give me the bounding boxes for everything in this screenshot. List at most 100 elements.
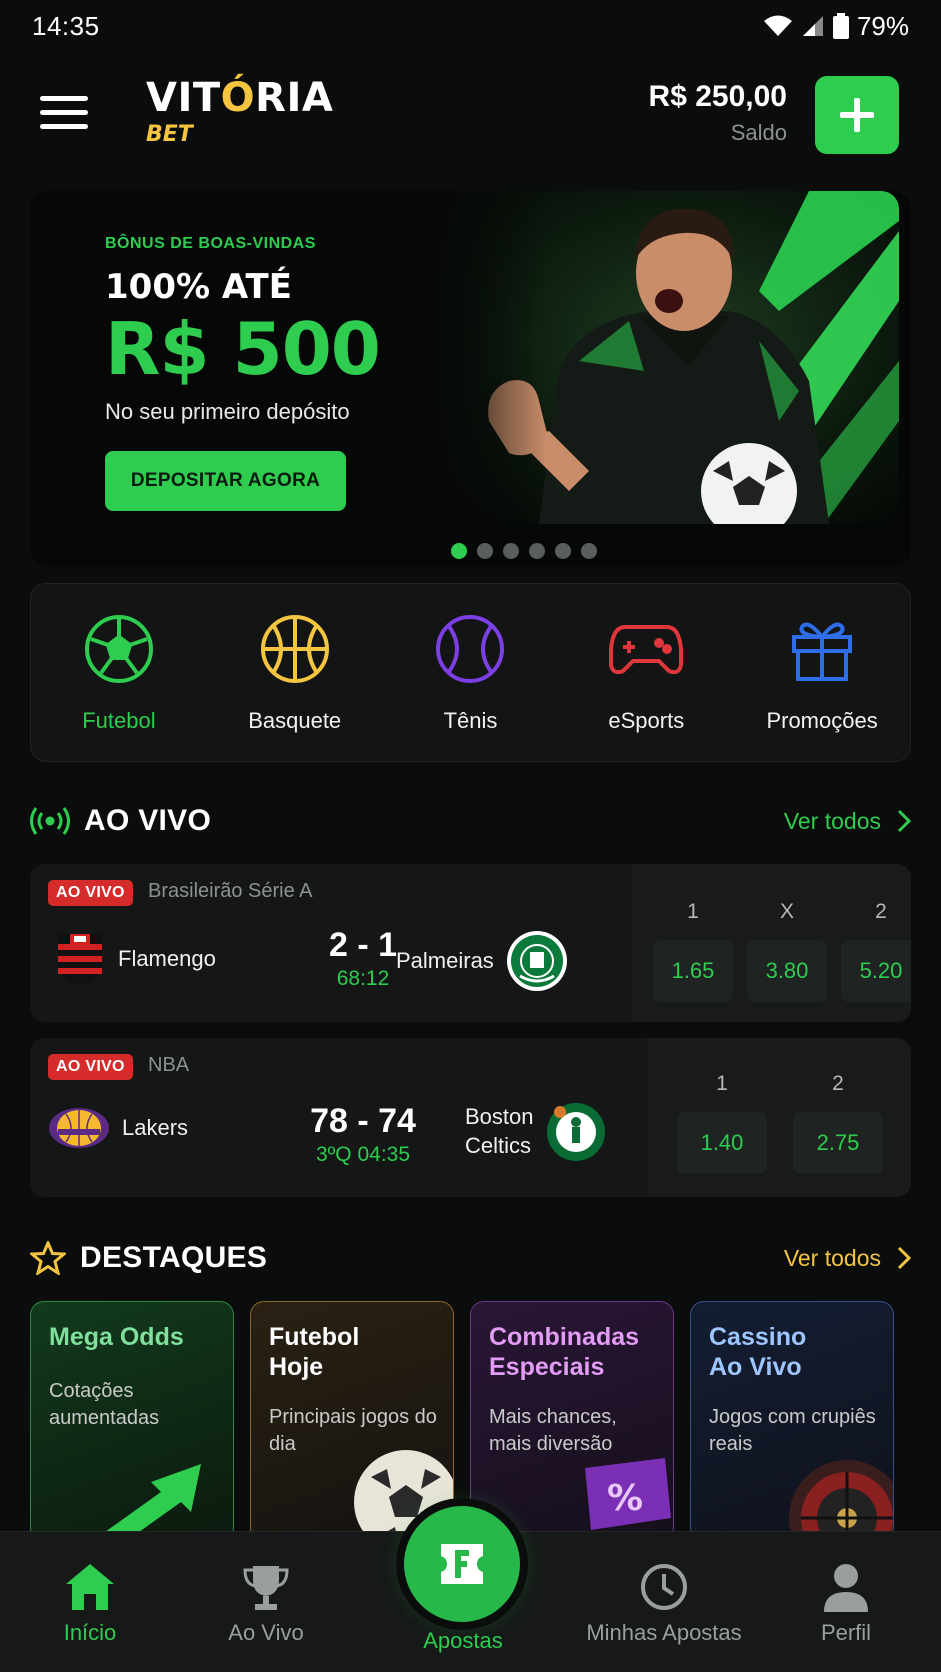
highlight-card-combinadas[interactable]: Combinadas Especiais Mais chances, mais d… bbox=[470, 1301, 674, 1531]
deposit-now-button[interactable]: DEPOSITAR AGORA bbox=[105, 451, 346, 511]
lakers-logo-icon bbox=[49, 1108, 109, 1148]
carousel-dot[interactable] bbox=[450, 543, 467, 559]
gift-icon bbox=[785, 612, 859, 686]
live-signal-icon bbox=[30, 807, 70, 835]
live-match-card[interactable]: AO VIVO Brasileirão Série A Flamengo 2 -… bbox=[30, 864, 911, 1022]
logo-sub: BET bbox=[146, 122, 193, 147]
carousel-dots bbox=[30, 543, 911, 559]
menu-button[interactable] bbox=[40, 96, 88, 136]
live-see-all-link[interactable]: Ver todos bbox=[784, 808, 911, 835]
home-team: Flamengo bbox=[54, 930, 216, 988]
match-clock: 3ºQ 04:35 bbox=[315, 1143, 411, 1166]
away-team: Boston Celtics bbox=[465, 1102, 606, 1162]
menu-icon bbox=[40, 96, 88, 101]
live-section-header: AO VIVO Ver todos bbox=[30, 799, 911, 843]
highlights-carousel: Mega Odds Cotações aumentadas Futebol Hoj… bbox=[30, 1301, 941, 1531]
banner-player-image bbox=[429, 191, 899, 524]
highlight-card-mega-odds[interactable]: Mega Odds Cotações aumentadas bbox=[30, 1301, 234, 1531]
carousel-dot[interactable] bbox=[502, 543, 519, 559]
chevron-right-icon bbox=[897, 1246, 911, 1270]
star-icon bbox=[30, 1241, 66, 1275]
odd-button[interactable]: 1.40 bbox=[677, 1112, 767, 1174]
status-icons: 79% bbox=[763, 11, 909, 42]
sport-item-tenis[interactable]: Tênis bbox=[383, 584, 559, 761]
chevron-right-icon bbox=[897, 809, 911, 833]
nav-item-ao-vivo[interactable]: Ao Vivo bbox=[216, 1562, 316, 1646]
nav-item-inicio[interactable]: Início bbox=[54, 1562, 126, 1646]
celtics-logo-icon bbox=[546, 1103, 605, 1161]
deposit-add-button[interactable] bbox=[815, 76, 899, 154]
balance-label: Saldo bbox=[730, 120, 787, 145]
odd-button[interactable]: 2.75 bbox=[793, 1112, 883, 1174]
live-section-title: AO VIVO bbox=[84, 804, 212, 837]
status-bar: 14:35 79% bbox=[0, 0, 941, 52]
home-team: Lakers bbox=[48, 1106, 188, 1150]
sport-item-basquete[interactable]: Basquete bbox=[207, 584, 383, 761]
top-bar: VITÓRIA BET R$ 250,00 Saldo bbox=[0, 70, 941, 162]
balance[interactable]: R$ 250,00 Saldo bbox=[649, 80, 787, 146]
promo-banner[interactable]: BÔNUS DE BOAS-VINDAS 100% ATÉ R$ 500 No … bbox=[30, 191, 911, 567]
status-time: 14:35 bbox=[32, 10, 100, 41]
live-badge: AO VIVO bbox=[48, 1054, 133, 1080]
roulette-wheel-icon bbox=[789, 1460, 893, 1531]
carousel-dot[interactable] bbox=[528, 543, 545, 559]
odd-option: 1 1.65 bbox=[653, 900, 733, 1002]
trending-up-arrow-icon bbox=[106, 1464, 201, 1531]
nav-item-apostas[interactable]: Apostas bbox=[400, 1628, 526, 1654]
plus-icon bbox=[840, 98, 874, 132]
carousel-dot[interactable] bbox=[554, 543, 571, 559]
sport-item-esports[interactable]: eSports bbox=[558, 584, 734, 761]
banner-description: No seu primeiro depósito bbox=[105, 399, 350, 424]
highlights-section-header: DESTAQUES Ver todos bbox=[30, 1236, 911, 1280]
flamengo-crest-icon bbox=[58, 934, 102, 986]
odd-button[interactable]: 3.80 bbox=[747, 940, 827, 1002]
gamepad-icon bbox=[609, 612, 684, 686]
live-match-card[interactable]: AO VIVO NBA Lakers 78 - 74 3ºQ 04:35 Bos… bbox=[30, 1038, 911, 1197]
odd-button[interactable]: 1.65 bbox=[653, 940, 733, 1002]
basketball-icon bbox=[258, 612, 332, 686]
sport-item-futebol[interactable]: Futebol bbox=[31, 584, 207, 761]
highlights-section-title: DESTAQUES bbox=[80, 1241, 268, 1274]
nav-item-perfil[interactable]: Perfil bbox=[806, 1562, 886, 1646]
home-icon bbox=[66, 1564, 114, 1610]
odd-option: 2 5.20 bbox=[841, 900, 911, 1002]
highlights-see-all-link[interactable]: Ver todos bbox=[784, 1245, 911, 1272]
league-name: NBA bbox=[148, 1054, 190, 1076]
sport-categories: Futebol Basquete Tênis eSports Promoções bbox=[30, 583, 911, 762]
live-badge: AO VIVO bbox=[48, 880, 133, 906]
balance-amount: R$ 250,00 bbox=[648, 80, 787, 113]
battery-percent: 79% bbox=[856, 10, 909, 41]
odd-button[interactable]: 5.20 bbox=[841, 940, 911, 1002]
nav-item-apostas-button[interactable] bbox=[404, 1506, 520, 1622]
odds-panel: 1 1.65 X 3.80 2 5.20 bbox=[631, 864, 911, 1022]
carousel-dot[interactable] bbox=[580, 543, 597, 559]
clock-icon bbox=[641, 1564, 687, 1610]
user-icon bbox=[824, 1564, 868, 1612]
tennis-ball-icon bbox=[433, 612, 507, 686]
sport-item-promocoes[interactable]: Promoções bbox=[734, 584, 910, 761]
highlight-card-futebol-hoje[interactable]: Futebol Hoje Principais jogos do dia bbox=[250, 1301, 454, 1531]
league-name: Brasileirão Série A bbox=[148, 880, 313, 902]
signal-icon bbox=[802, 16, 823, 36]
wifi-icon bbox=[763, 15, 792, 36]
odd-option: 1 1.40 bbox=[677, 1072, 767, 1174]
soccer-ball-icon bbox=[82, 612, 156, 686]
ticket-icon bbox=[441, 1544, 483, 1584]
odd-option: X 3.80 bbox=[747, 900, 827, 1002]
bottom-navigation: Início Ao Vivo Apostas Minhas Apostas Pe… bbox=[0, 1506, 941, 1672]
svg-text:%: % bbox=[607, 1478, 643, 1519]
banner-eyebrow: BÔNUS DE BOAS-VINDAS bbox=[105, 235, 316, 252]
brand-logo[interactable]: VITÓRIA BET bbox=[146, 78, 333, 147]
carousel-dot[interactable] bbox=[476, 543, 493, 559]
nav-item-minhas-apostas[interactable]: Minhas Apostas bbox=[574, 1562, 754, 1646]
banner-headline: 100% ATÉ bbox=[105, 267, 292, 307]
banner-amount: R$ 500 bbox=[105, 307, 381, 391]
trophy-icon bbox=[243, 1566, 289, 1610]
banner-text: BÔNUS DE BOAS-VINDAS 100% ATÉ R$ 500 No … bbox=[105, 235, 381, 511]
odds-panel: 1 1.40 2 2.75 bbox=[647, 1038, 911, 1197]
palmeiras-crest-icon bbox=[506, 931, 567, 991]
battery-icon bbox=[832, 13, 849, 39]
highlight-card-cassino[interactable]: Cassino Ao Vivo Jogos com crupiês reais bbox=[690, 1301, 894, 1531]
away-team: Palmeiras bbox=[396, 930, 568, 992]
percent-ticket-icon: % bbox=[585, 1458, 671, 1530]
